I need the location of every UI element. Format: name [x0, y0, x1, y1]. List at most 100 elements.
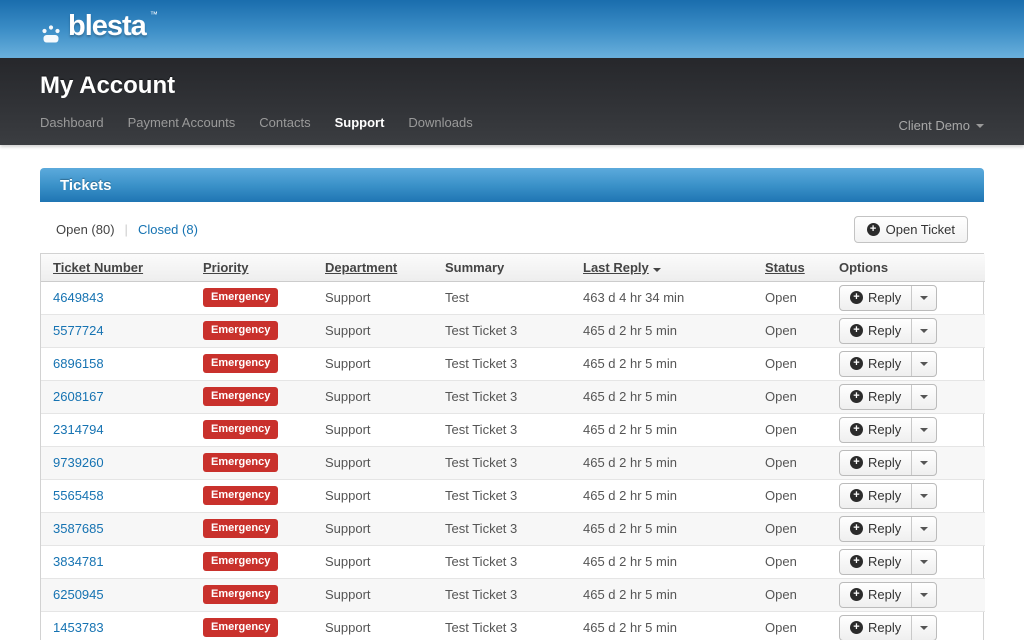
plus-circle-icon: + — [850, 390, 863, 403]
department-cell: Support — [313, 479, 433, 512]
reply-button[interactable]: + Reply — [840, 352, 911, 376]
department-cell: Support — [313, 512, 433, 545]
column-header-ticket-number[interactable]: Ticket Number — [41, 254, 191, 281]
user-menu-label: Client Demo — [898, 118, 970, 133]
reply-button[interactable]: +Reply — [840, 484, 911, 508]
reply-button-label: Reply — [868, 620, 901, 635]
reply-dropdown-toggle[interactable] — [911, 319, 936, 343]
priority-badge: Emergency — [203, 387, 278, 406]
column-header-status[interactable]: Status — [753, 254, 827, 281]
table-header-row: Ticket NumberPriorityDepartmentSummaryLa… — [41, 254, 985, 281]
reply-dropdown-toggle[interactable] — [911, 517, 936, 541]
reply-dropdown-toggle[interactable] — [911, 352, 936, 376]
ticket-number-link[interactable]: 5565458 — [53, 488, 104, 503]
reply-dropdown-toggle[interactable] — [911, 286, 936, 310]
ticket-number-cell: 6896158 — [41, 347, 191, 380]
table-row: 5577724EmergencySupportTest Ticket 3465 … — [41, 314, 985, 347]
nav-item-contacts[interactable]: Contacts — [259, 115, 310, 130]
last-reply-cell: 465 d 2 hr 5 min — [571, 479, 753, 512]
reply-dropdown-toggle[interactable] — [911, 484, 936, 508]
ticket-number-link[interactable]: 3834781 — [53, 554, 104, 569]
summary-cell: Test Ticket 3 — [433, 479, 571, 512]
reply-button[interactable]: +Reply — [840, 451, 911, 475]
reply-split-button: +Reply — [839, 417, 937, 443]
options-cell: +Reply — [827, 413, 985, 446]
nav-item-dashboard[interactable]: Dashboard — [40, 115, 104, 130]
reply-dropdown-toggle[interactable] — [911, 583, 936, 607]
reply-dropdown-toggle[interactable] — [911, 616, 936, 640]
summary-cell: Test — [433, 281, 571, 314]
reply-button-label: Reply — [868, 422, 901, 437]
reply-button[interactable]: +Reply — [840, 550, 911, 574]
tickets-table: Ticket NumberPriorityDepartmentSummaryLa… — [41, 254, 985, 640]
reply-button[interactable]: +Reply — [840, 385, 911, 409]
ticket-number-link[interactable]: 4649843 — [53, 290, 104, 305]
reply-button[interactable]: +Reply — [840, 319, 911, 343]
last-reply-cell: 465 d 2 hr 5 min — [571, 578, 753, 611]
ticket-number-link[interactable]: 6250945 — [53, 587, 104, 602]
reply-button[interactable]: +Reply — [840, 517, 911, 541]
options-cell: +Reply — [827, 479, 985, 512]
last-reply-cell: 465 d 2 hr 5 min — [571, 611, 753, 640]
ticket-number-link[interactable]: 6896158 — [53, 356, 104, 371]
reply-button-label: Reply — [868, 323, 901, 338]
plus-circle-icon: + — [850, 555, 863, 568]
status-cell: Open — [753, 611, 827, 640]
summary-cell: Test Ticket 3 — [433, 314, 571, 347]
last-reply-cell: 465 d 2 hr 5 min — [571, 512, 753, 545]
department-cell: Support — [313, 578, 433, 611]
table-row: 2608167EmergencySupportTest Ticket 3465 … — [41, 380, 985, 413]
filter-open-tickets[interactable]: Open (80) — [56, 222, 115, 237]
nav-item-payment-accounts[interactable]: Payment Accounts — [128, 115, 236, 130]
ticket-number-link[interactable]: 2314794 — [53, 422, 104, 437]
ticket-number-link[interactable]: 3587685 — [53, 521, 104, 536]
open-ticket-button[interactable]: + Open Ticket — [854, 216, 968, 243]
table-row: 3587685EmergencySupportTest Ticket 3465 … — [41, 512, 985, 545]
filter-closed-tickets[interactable]: Closed (8) — [138, 222, 198, 237]
ticket-number-link[interactable]: 2608167 — [53, 389, 104, 404]
column-header-department[interactable]: Department — [313, 254, 433, 281]
ticket-number-link[interactable]: 5577724 — [53, 323, 104, 338]
column-header-last-reply[interactable]: Last Reply — [571, 254, 753, 281]
priority-badge: Emergency — [203, 519, 278, 538]
options-cell: +Reply — [827, 281, 985, 314]
reply-button-label: Reply — [868, 356, 901, 371]
chevron-down-icon — [920, 362, 928, 366]
ticket-number-link[interactable]: 9739260 — [53, 455, 104, 470]
ticket-number-cell: 6250945 — [41, 578, 191, 611]
table-body: 4649843EmergencySupportTest463 d 4 hr 34… — [41, 281, 985, 640]
reply-button-label: Reply — [868, 521, 901, 536]
page-title: My Account — [40, 58, 1024, 100]
nav-item-support[interactable]: Support — [335, 115, 385, 130]
summary-cell: Test Ticket 3 — [433, 578, 571, 611]
priority-badge: Emergency — [203, 321, 278, 340]
reply-button-label: Reply — [868, 587, 901, 602]
chevron-down-icon — [920, 494, 928, 498]
priority-cell: Emergency — [191, 479, 313, 512]
reply-button[interactable]: +Reply — [840, 616, 911, 640]
chevron-down-icon — [976, 124, 984, 128]
options-cell: +Reply — [827, 446, 985, 479]
plus-circle-icon: + — [850, 357, 863, 370]
reply-dropdown-toggle[interactable] — [911, 385, 936, 409]
table-row: 3834781EmergencySupportTest Ticket 3465 … — [41, 545, 985, 578]
blesta-logo[interactable]: blesta ™ — [40, 12, 158, 46]
department-cell: Support — [313, 611, 433, 640]
reply-dropdown-toggle[interactable] — [911, 550, 936, 574]
reply-dropdown-toggle[interactable] — [911, 418, 936, 442]
reply-split-button: +Reply — [839, 318, 937, 344]
reply-button[interactable]: +Reply — [840, 583, 911, 607]
reply-button[interactable]: +Reply — [840, 286, 911, 310]
user-menu-dropdown[interactable]: Client Demo — [898, 118, 984, 133]
reply-button-label: Reply — [868, 455, 901, 470]
chevron-down-icon — [920, 428, 928, 432]
ticket-number-cell: 5565458 — [41, 479, 191, 512]
reply-button[interactable]: +Reply — [840, 418, 911, 442]
nav-item-downloads[interactable]: Downloads — [408, 115, 472, 130]
summary-cell: Test Ticket 3 — [433, 413, 571, 446]
reply-dropdown-toggle[interactable] — [911, 451, 936, 475]
ticket-number-cell: 9739260 — [41, 446, 191, 479]
column-header-priority[interactable]: Priority — [191, 254, 313, 281]
ticket-number-link[interactable]: 1453783 — [53, 620, 104, 635]
priority-cell: Emergency — [191, 545, 313, 578]
